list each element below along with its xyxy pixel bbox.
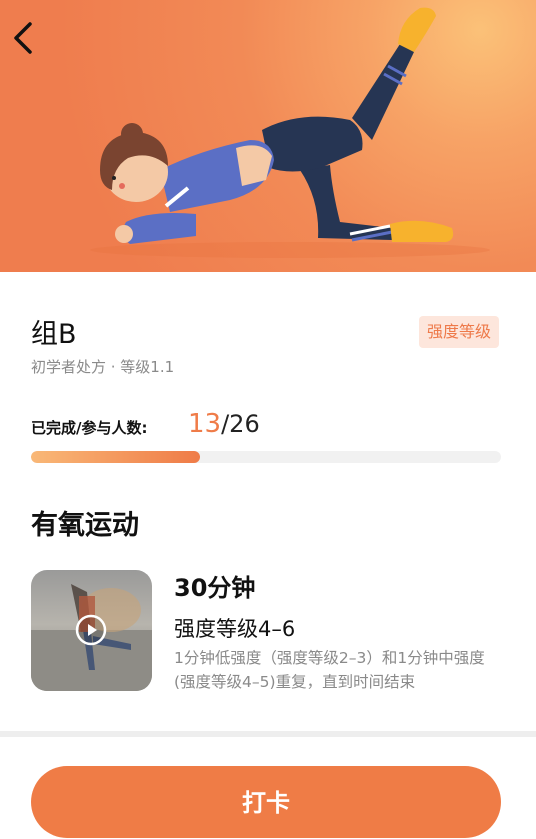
- back-button[interactable]: [6, 18, 40, 58]
- chevron-left-icon: [14, 22, 32, 54]
- exercise-intensity: 强度等级4–6: [174, 617, 296, 641]
- intensity-badge: 强度等级: [419, 316, 500, 348]
- checkin-button[interactable]: 打卡: [31, 766, 501, 838]
- total-count: /26: [221, 410, 260, 438]
- section-divider: [0, 731, 536, 737]
- hero-illustration: [0, 0, 536, 272]
- completed-count: 13: [188, 409, 222, 439]
- exercise-video-thumbnail[interactable]: [31, 570, 152, 691]
- progress-count: 13/26: [188, 409, 260, 439]
- exercise-description: 1分钟低强度（强度等级2–3）和1分钟中强度(强度等级4–5)重复，直到时间结束: [174, 649, 485, 691]
- play-icon: [75, 614, 107, 646]
- progress-fill: [31, 451, 201, 463]
- prescription-subtitle: 初学者处方 · 等级1.1: [31, 358, 175, 376]
- exercise-duration: 30分钟: [174, 574, 256, 602]
- progress-bar: [31, 451, 501, 463]
- exercise-illustration: [90, 7, 490, 258]
- section-heading: 有氧运动: [31, 510, 139, 541]
- group-title: 组B: [31, 319, 77, 350]
- progress-label: 已完成/参与人数:: [31, 419, 148, 437]
